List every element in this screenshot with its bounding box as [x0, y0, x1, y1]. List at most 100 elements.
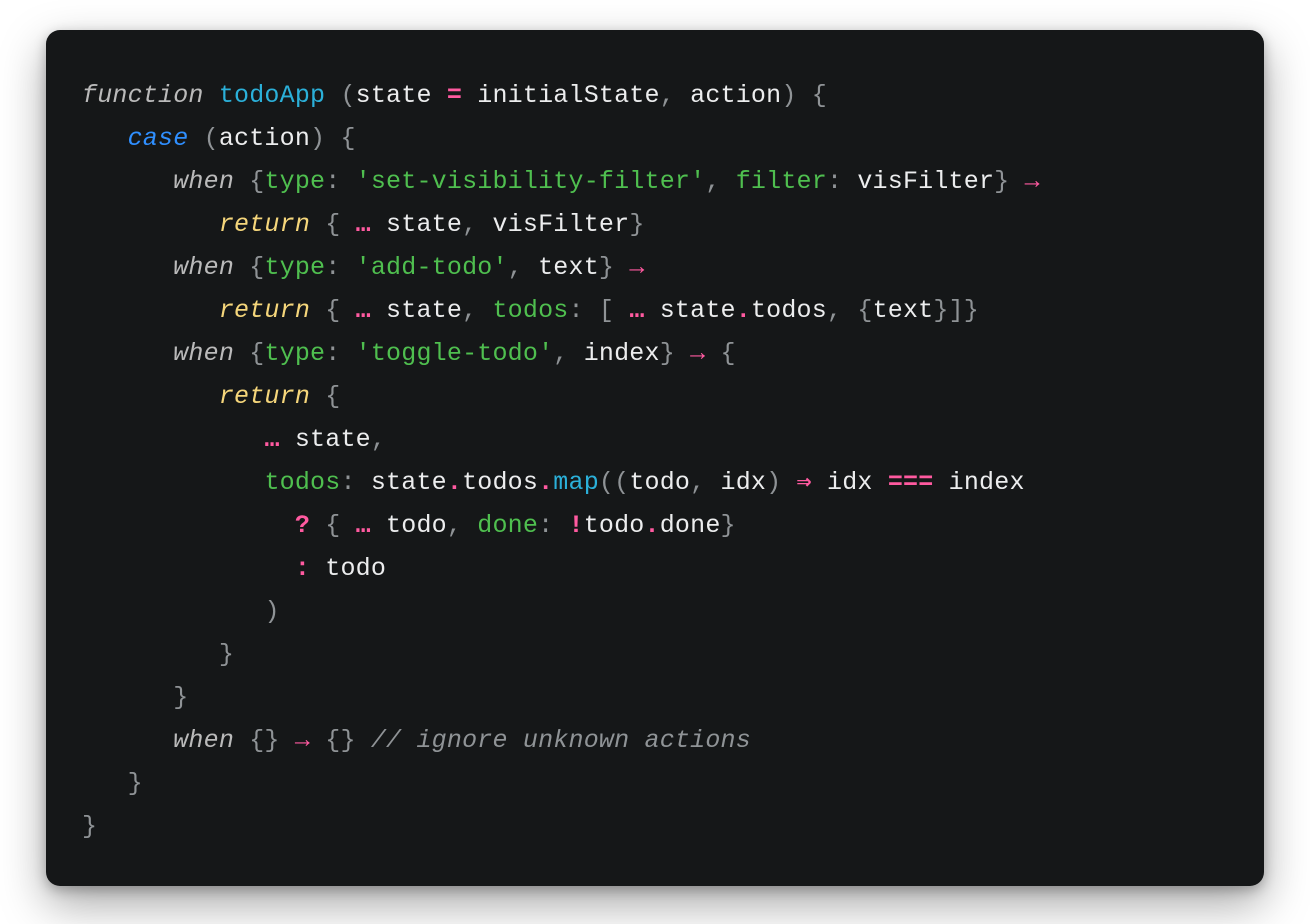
token-punc: :: [569, 296, 584, 325]
token-prop: type: [264, 167, 325, 196]
token-id: [325, 81, 340, 110]
token-punc: :: [827, 167, 842, 196]
token-id: [82, 296, 219, 325]
token-id: state: [356, 81, 447, 110]
token-punc: {: [249, 339, 264, 368]
token-id: [797, 81, 812, 110]
token-id: [82, 683, 173, 712]
code-block: function todoApp (state = initialState, …: [82, 74, 1228, 848]
token-punc: ,: [371, 425, 386, 454]
token-op: .: [538, 468, 553, 497]
token-prop: filter: [736, 167, 827, 196]
token-punc: ,: [690, 468, 705, 497]
token-op: →: [1025, 167, 1040, 196]
token-punc: ,: [553, 339, 568, 368]
token-id: todo: [371, 511, 447, 540]
token-punc: {: [325, 511, 340, 540]
token-punc: ,: [827, 296, 842, 325]
token-punc: {: [249, 167, 264, 196]
token-ret: return: [219, 382, 310, 411]
token-prop: done: [477, 511, 538, 540]
token-punc: {: [340, 124, 355, 153]
token-punc: (: [204, 124, 219, 153]
token-punc: {: [812, 81, 827, 110]
token-id: [340, 511, 355, 540]
token-kw: when: [173, 253, 234, 282]
token-id: [82, 511, 295, 540]
token-id: [234, 167, 249, 196]
token-punc: (: [340, 81, 355, 110]
token-kw: when: [173, 339, 234, 368]
token-punc: }: [128, 769, 143, 798]
token-punc: {}: [249, 726, 279, 755]
token-punc: }]}: [933, 296, 979, 325]
token-punc: {: [325, 296, 340, 325]
token-punc: {: [857, 296, 872, 325]
token-id: [82, 425, 264, 454]
token-kw: when: [173, 726, 234, 755]
token-prop: todos: [492, 296, 568, 325]
token-id: action: [675, 81, 781, 110]
token-id: [721, 167, 736, 196]
token-id: todos: [462, 468, 538, 497]
token-punc: ,: [508, 253, 523, 282]
token-id: visFilter: [477, 210, 629, 239]
token-punc: ,: [462, 210, 477, 239]
token-id: [340, 167, 355, 196]
token-op: …: [356, 296, 371, 325]
token-id: action: [219, 124, 310, 153]
token-punc: ,: [447, 511, 462, 540]
token-id: [280, 726, 295, 755]
token-punc: ,: [705, 167, 720, 196]
token-id: text: [873, 296, 934, 325]
token-id: [356, 726, 371, 755]
token-id: [82, 769, 128, 798]
token-id: [584, 296, 599, 325]
token-id: [340, 253, 355, 282]
token-op: →: [629, 253, 644, 282]
token-id: todos: [751, 296, 827, 325]
token-id: [340, 210, 355, 239]
token-id: [82, 468, 264, 497]
token-id: state: [280, 425, 371, 454]
token-id: [82, 554, 295, 583]
token-id: [325, 124, 340, 153]
token-punc: }: [994, 167, 1009, 196]
token-id: idx: [812, 468, 888, 497]
token-op: …: [264, 425, 279, 454]
token-punc: [: [599, 296, 614, 325]
token-punc: }: [629, 210, 644, 239]
token-id: [310, 382, 325, 411]
token-op: …: [629, 296, 644, 325]
token-id: [614, 296, 629, 325]
token-kw: when: [173, 167, 234, 196]
token-case: case: [128, 124, 189, 153]
token-op: ?: [295, 511, 310, 540]
token-id: state: [645, 296, 736, 325]
token-id: [82, 382, 219, 411]
token-punc: ,: [660, 81, 675, 110]
token-id: [462, 511, 477, 540]
token-punc: ((: [599, 468, 629, 497]
token-ret: return: [219, 296, 310, 325]
token-punc: {: [325, 210, 340, 239]
token-ret: return: [219, 210, 310, 239]
token-op: !: [569, 511, 584, 540]
token-punc: }: [219, 640, 234, 669]
token-id: [705, 339, 720, 368]
token-id: [675, 339, 690, 368]
token-id: [310, 511, 325, 540]
token-punc: ,: [462, 296, 477, 325]
token-punc: :: [325, 253, 340, 282]
token-punc: ): [781, 81, 796, 110]
token-op: →: [690, 339, 705, 368]
token-id: [234, 726, 249, 755]
token-id: [477, 296, 492, 325]
token-punc: :: [340, 468, 355, 497]
token-op: …: [356, 210, 371, 239]
token-op: .: [447, 468, 462, 497]
token-id: [340, 339, 355, 368]
token-fn: todoApp: [219, 81, 325, 110]
token-id: [82, 124, 128, 153]
token-id: done: [660, 511, 721, 540]
